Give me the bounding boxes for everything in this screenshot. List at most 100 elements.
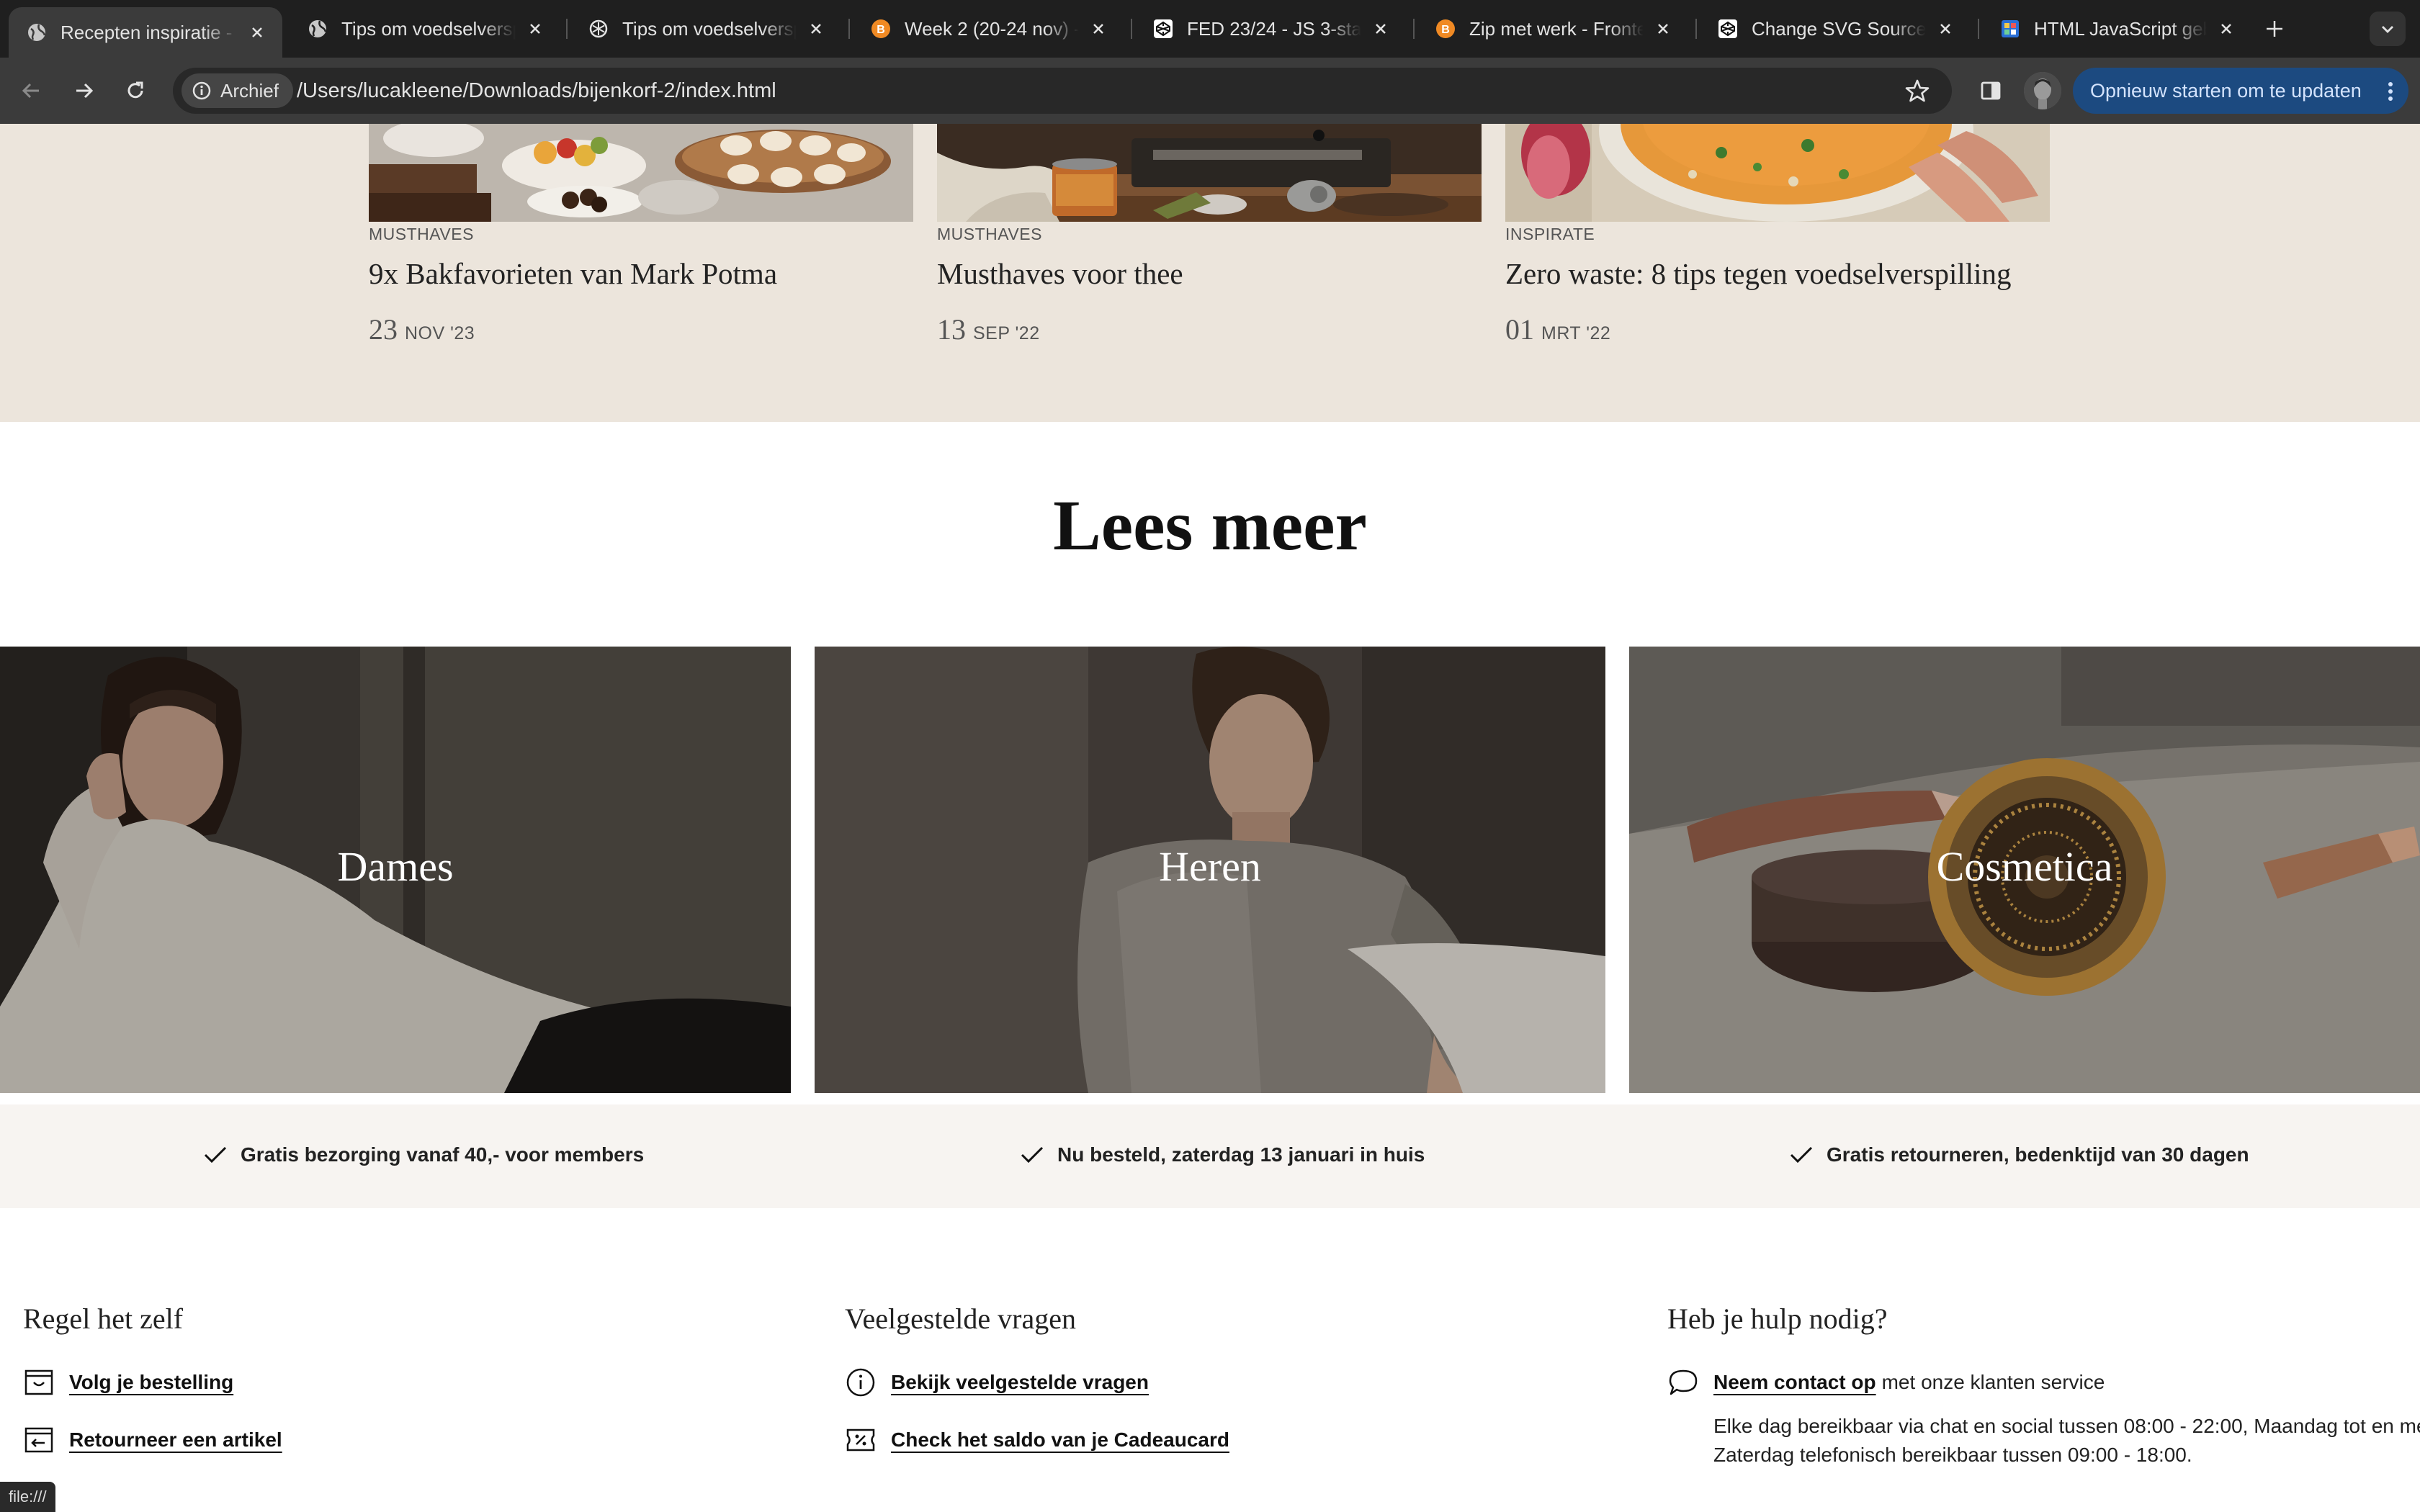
more-vert-icon bbox=[2388, 82, 2393, 101]
footer-heading: Regel het zelf bbox=[23, 1302, 184, 1335]
close-icon[interactable] bbox=[246, 22, 268, 43]
usp-item: Gratis bezorging vanaf 40,- voor members bbox=[203, 1143, 644, 1166]
new-tab-button[interactable] bbox=[2260, 14, 2289, 43]
info-icon bbox=[846, 1368, 875, 1397]
contact-rest-text: met onze klanten service bbox=[1881, 1371, 2105, 1393]
track-order-link[interactable]: Volg je bestelling bbox=[69, 1371, 233, 1394]
reload-icon bbox=[127, 81, 143, 99]
tab-recepten[interactable]: Recepten inspiratie - bbox=[9, 7, 282, 58]
site-info-chip[interactable]: Archief bbox=[182, 73, 293, 108]
article-day: 01 bbox=[1505, 313, 1534, 346]
profile-avatar[interactable] bbox=[2024, 72, 2061, 109]
read-more-heading: Lees meer bbox=[1053, 485, 1367, 565]
tab-search-button[interactable] bbox=[2370, 12, 2406, 46]
reload-button[interactable] bbox=[118, 73, 153, 108]
status-bar: file:/// bbox=[0, 1482, 55, 1512]
tab-tips-2[interactable]: Tips om voedselverspilling bbox=[570, 7, 841, 50]
tab-title: Tips om voedselverspilling bbox=[341, 17, 516, 40]
return-item-link[interactable]: Retourneer een artikel bbox=[69, 1428, 282, 1452]
update-restart-button[interactable]: Opnieuw starten om te updaten bbox=[2073, 68, 2408, 114]
codepen-icon bbox=[1152, 18, 1174, 40]
article-month: MRT '22 bbox=[1541, 323, 1611, 343]
check-icon bbox=[1790, 1146, 1813, 1164]
article-date: 13 SEP '22 bbox=[937, 312, 1040, 346]
plus-icon bbox=[2267, 21, 2282, 37]
close-icon[interactable] bbox=[805, 18, 827, 40]
close-icon[interactable] bbox=[524, 18, 546, 40]
page-viewport: MUSTHAVES 9x Bakfavorieten van Mark Potm… bbox=[0, 124, 2420, 1512]
codepen-icon bbox=[1717, 18, 1739, 40]
chat-bubble-icon bbox=[1669, 1369, 1698, 1395]
info-icon bbox=[192, 81, 211, 100]
footer-link-row: Bekijk veelgestelde vragen bbox=[845, 1364, 1229, 1400]
check-icon bbox=[204, 1146, 227, 1164]
close-icon[interactable] bbox=[2215, 18, 2237, 40]
contact-link[interactable]: Neem contact op bbox=[1713, 1371, 1876, 1394]
footer-heading: Heb je hulp nodig? bbox=[1667, 1302, 1888, 1335]
side-panel-button[interactable] bbox=[1973, 73, 2008, 108]
article-card[interactable]: INSPIRATE Zero waste: 8 tips tegen voeds… bbox=[1505, 124, 2050, 346]
tile-cosmetica[interactable]: Cosmetica bbox=[1629, 647, 2420, 1093]
giftcard-balance-link[interactable]: Check het saldo van je Cadeaucard bbox=[891, 1428, 1229, 1452]
close-icon[interactable] bbox=[1088, 18, 1109, 40]
footer-link-row: Neem contact op met onze klanten service bbox=[1667, 1364, 2420, 1400]
article-card[interactable]: MUSTHAVES Musthaves voor thee 13 SEP '22 bbox=[937, 124, 1482, 346]
article-image bbox=[1505, 124, 2050, 222]
article-date: 23 NOV '23 bbox=[369, 312, 475, 346]
tab-title: Recepten inspiratie - bbox=[60, 21, 233, 43]
article-card[interactable]: MUSTHAVES 9x Bakfavorieten van Mark Potm… bbox=[369, 124, 913, 346]
tile-dames[interactable]: Dames bbox=[0, 647, 791, 1093]
tab-fed[interactable]: FED 23/24 - JS 3-stappen bbox=[1135, 7, 1406, 50]
faq-link[interactable]: Bekijk veelgestelde vragen bbox=[891, 1371, 1149, 1394]
tile-label: Heren bbox=[1159, 843, 1261, 890]
article-day: 23 bbox=[369, 313, 398, 346]
availability-text: Elke dag bereikbaar via chat en social t… bbox=[1713, 1415, 2420, 1466]
close-icon[interactable] bbox=[1370, 18, 1392, 40]
tab-title: Change SVG Source code bbox=[1752, 17, 1926, 40]
address-bar[interactable]: Archief /Users/lucakleene/Downloads/bije… bbox=[173, 68, 1952, 114]
tab-title: HTML JavaScript gebruiken bbox=[2034, 17, 2207, 40]
article-image bbox=[937, 124, 1482, 222]
tab-html-js[interactable]: HTML JavaScript gebruiken bbox=[1982, 7, 2251, 50]
footer-self-service: Regel het zelf Volg je bestelling Retour… bbox=[23, 1302, 282, 1480]
article-month: NOV '23 bbox=[405, 323, 475, 343]
footer-faq: Veelgestelde vragen Bekijk veelgestelde … bbox=[845, 1302, 1229, 1480]
url-text[interactable]: /Users/lucakleene/Downloads/bijenkorf-2/… bbox=[297, 79, 776, 103]
forward-button[interactable] bbox=[66, 73, 101, 108]
article-category: MUSTHAVES bbox=[369, 225, 474, 243]
usp-item: Nu besteld, zaterdag 13 januari in huis bbox=[1020, 1143, 1425, 1166]
back-button[interactable] bbox=[14, 73, 49, 108]
footer-link-row: Volg je bestelling bbox=[23, 1364, 282, 1400]
footer-link-row: Retourneer een artikel bbox=[23, 1422, 282, 1458]
usp-bar: Gratis bezorging vanaf 40,- voor members… bbox=[0, 1104, 2420, 1208]
usp-text: Gratis retourneren, bedenktijd van 30 da… bbox=[1827, 1143, 2249, 1166]
update-label: Opnieuw starten om te updaten bbox=[2090, 79, 2362, 102]
close-icon[interactable] bbox=[1652, 18, 1674, 40]
usp-text: Nu besteld, zaterdag 13 januari in huis bbox=[1057, 1143, 1425, 1166]
tab-week-2[interactable]: B Week 2 (20-24 nov) - bbox=[853, 7, 1124, 50]
brightspace-icon: B bbox=[1435, 18, 1456, 40]
return-icon bbox=[24, 1427, 53, 1453]
tile-heren[interactable]: Heren bbox=[815, 647, 1605, 1093]
tab-title: FED 23/24 - JS 3-stappen bbox=[1187, 17, 1361, 40]
tab-title: Week 2 (20-24 nov) - bbox=[905, 17, 1079, 40]
chevron-down-icon bbox=[2382, 26, 2393, 33]
article-title[interactable]: 9x Bakfavorieten van Mark Potma bbox=[369, 256, 777, 291]
bookmark-star-icon[interactable] bbox=[1904, 78, 1930, 107]
article-title[interactable]: Musthaves voor thee bbox=[937, 256, 1183, 291]
arrow-left-icon bbox=[22, 83, 39, 99]
tab-zip[interactable]: B Zip met werk - Frontend bbox=[1417, 7, 1688, 50]
tab-change-svg[interactable]: Change SVG Source code bbox=[1700, 7, 1971, 50]
svg-text:B: B bbox=[877, 24, 885, 36]
site-chip-label: Archief bbox=[220, 79, 279, 102]
close-icon[interactable] bbox=[1935, 18, 1956, 40]
article-date: 01 MRT '22 bbox=[1505, 312, 1610, 346]
side-panel-icon bbox=[1981, 81, 2001, 100]
arrow-right-icon bbox=[76, 83, 94, 99]
check-icon bbox=[1021, 1146, 1044, 1164]
tile-label: Cosmetica bbox=[1936, 843, 2113, 890]
tab-tips-1[interactable]: Tips om voedselverspilling bbox=[290, 7, 560, 50]
usp-text: Gratis bezorging vanaf 40,- voor members bbox=[241, 1143, 645, 1166]
giftcard-percent-icon bbox=[846, 1428, 875, 1452]
article-title[interactable]: Zero waste: 8 tips tegen voedselverspill… bbox=[1505, 256, 2012, 291]
